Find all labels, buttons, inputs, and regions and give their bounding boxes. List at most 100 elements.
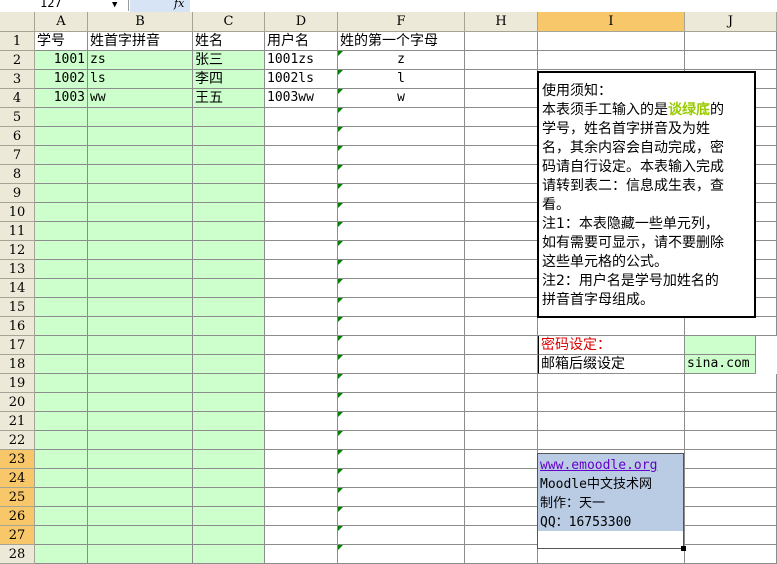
- cell-b18[interactable]: [88, 355, 193, 374]
- cell-h4[interactable]: [465, 89, 538, 108]
- cell-d13[interactable]: [265, 260, 338, 279]
- cell-d9[interactable]: [265, 184, 338, 203]
- cell-d7[interactable]: [265, 146, 338, 165]
- cell-b11[interactable]: [88, 222, 193, 241]
- cell-b9[interactable]: [88, 184, 193, 203]
- cell-b14[interactable]: [88, 279, 193, 298]
- cell-f28[interactable]: [338, 545, 465, 564]
- cell-j21[interactable]: [685, 412, 777, 431]
- cell-d20[interactable]: [265, 393, 338, 412]
- row-header-16[interactable]: 16: [0, 317, 35, 336]
- cell-h25[interactable]: [465, 488, 538, 507]
- row-header-10[interactable]: 10: [0, 203, 35, 222]
- row-header-26[interactable]: 26: [0, 507, 35, 526]
- row-header-22[interactable]: 22: [0, 431, 35, 450]
- cell-f22[interactable]: [338, 431, 465, 450]
- cell-j26[interactable]: [685, 507, 777, 526]
- row-header-7[interactable]: 7: [0, 146, 35, 165]
- cell-a9[interactable]: [35, 184, 88, 203]
- cell-j28[interactable]: [685, 545, 777, 564]
- cell-h12[interactable]: [465, 241, 538, 260]
- cell-b10[interactable]: [88, 203, 193, 222]
- cell-b6[interactable]: [88, 127, 193, 146]
- cell-b1[interactable]: 姓首字拼音: [88, 32, 193, 51]
- cell-c24[interactable]: [193, 469, 265, 488]
- cell-c22[interactable]: [193, 431, 265, 450]
- cell-f21[interactable]: [338, 412, 465, 431]
- cell-f14[interactable]: [338, 279, 465, 298]
- cell-a15[interactable]: [35, 298, 88, 317]
- cell-b20[interactable]: [88, 393, 193, 412]
- cell-d19[interactable]: [265, 374, 338, 393]
- cell-h14[interactable]: [465, 279, 538, 298]
- cell-a2[interactable]: 1001: [35, 51, 88, 70]
- cell-a25[interactable]: [35, 488, 88, 507]
- row-header-12[interactable]: 12: [0, 241, 35, 260]
- cell-d12[interactable]: [265, 241, 338, 260]
- column-header-j[interactable]: J: [685, 12, 777, 32]
- cell-c19[interactable]: [193, 374, 265, 393]
- column-header-h[interactable]: H: [465, 12, 538, 32]
- cell-h10[interactable]: [465, 203, 538, 222]
- cell-d10[interactable]: [265, 203, 338, 222]
- cell-h23[interactable]: [465, 450, 538, 469]
- cell-i2[interactable]: [538, 51, 685, 70]
- name-box-dropdown-icon[interactable]: ▼: [112, 0, 117, 11]
- cell-d27[interactable]: [265, 526, 338, 545]
- select-all-corner[interactable]: [0, 12, 35, 32]
- column-header-d[interactable]: D: [265, 12, 338, 32]
- name-box[interactable]: 127: [0, 0, 129, 11]
- cell-h19[interactable]: [465, 374, 538, 393]
- cell-c9[interactable]: [193, 184, 265, 203]
- cell-i20[interactable]: [538, 393, 685, 412]
- cell-a5[interactable]: [35, 108, 88, 127]
- cell-h26[interactable]: [465, 507, 538, 526]
- column-header-i[interactable]: I: [538, 12, 685, 32]
- cell-h24[interactable]: [465, 469, 538, 488]
- cell-f3[interactable]: l: [338, 70, 465, 89]
- cell-c6[interactable]: [193, 127, 265, 146]
- cell-h1[interactable]: [465, 32, 538, 51]
- cell-b12[interactable]: [88, 241, 193, 260]
- cell-h21[interactable]: [465, 412, 538, 431]
- row-header-20[interactable]: 20: [0, 393, 35, 412]
- cell-b23[interactable]: [88, 450, 193, 469]
- cell-d24[interactable]: [265, 469, 338, 488]
- credit-box[interactable]: www.emoodle.org Moodle中文技术网 制作：天一 QQ：167…: [537, 453, 684, 549]
- cell-j24[interactable]: [685, 469, 777, 488]
- cell-c16[interactable]: [193, 317, 265, 336]
- cell-h22[interactable]: [465, 431, 538, 450]
- cell-b24[interactable]: [88, 469, 193, 488]
- row-header-8[interactable]: 8: [0, 165, 35, 184]
- cell-f8[interactable]: [338, 165, 465, 184]
- cell-b3[interactable]: ls: [88, 70, 193, 89]
- cell-d2[interactable]: 1001zs: [265, 51, 338, 70]
- cell-a12[interactable]: [35, 241, 88, 260]
- cell-j25[interactable]: [685, 488, 777, 507]
- cell-f4[interactable]: w: [338, 89, 465, 108]
- cell-a17[interactable]: [35, 336, 88, 355]
- cell-c7[interactable]: [193, 146, 265, 165]
- cell-c20[interactable]: [193, 393, 265, 412]
- cell-a4[interactable]: 1003: [35, 89, 88, 108]
- row-header-3[interactable]: 3: [0, 70, 35, 89]
- cell-f26[interactable]: [338, 507, 465, 526]
- cell-f7[interactable]: [338, 146, 465, 165]
- cell-b16[interactable]: [88, 317, 193, 336]
- cell-b19[interactable]: [88, 374, 193, 393]
- row-header-6[interactable]: 6: [0, 127, 35, 146]
- cell-a11[interactable]: [35, 222, 88, 241]
- column-header-a[interactable]: A: [35, 12, 88, 32]
- cell-h6[interactable]: [465, 127, 538, 146]
- resize-handle[interactable]: [681, 546, 686, 551]
- cell-c17[interactable]: [193, 336, 265, 355]
- cell-b26[interactable]: [88, 507, 193, 526]
- cell-a1[interactable]: 学号: [35, 32, 88, 51]
- cell-i21[interactable]: [538, 412, 685, 431]
- cell-i19[interactable]: [538, 374, 685, 393]
- cell-f6[interactable]: [338, 127, 465, 146]
- cell-b22[interactable]: [88, 431, 193, 450]
- cell-j2[interactable]: [685, 51, 777, 70]
- cell-d21[interactable]: [265, 412, 338, 431]
- cell-d26[interactable]: [265, 507, 338, 526]
